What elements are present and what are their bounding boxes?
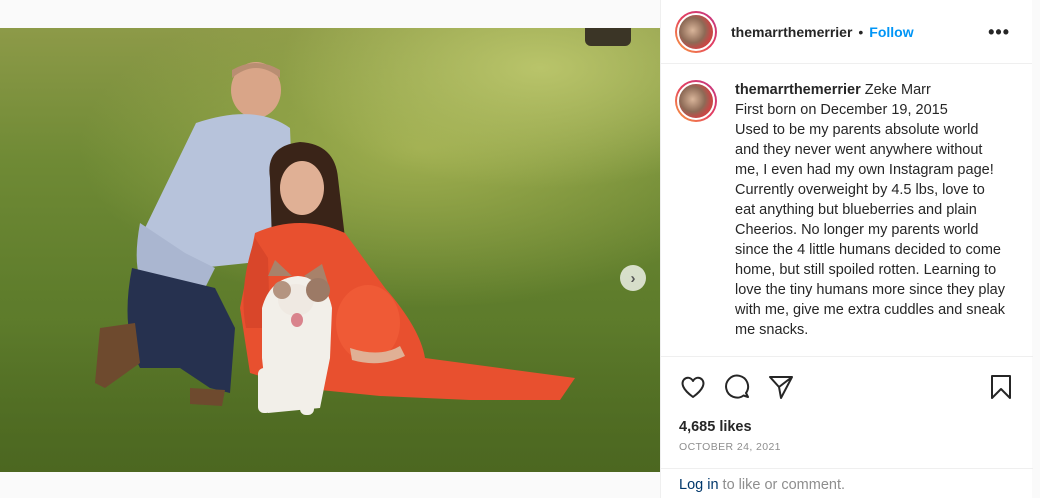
login-link[interactable]: Log in [679,477,719,493]
login-prompt-text: to like or comment. [718,477,846,493]
actions-area: 4,685 likes OCTOBER 24, 2021 [661,356,1033,453]
post-header: themarrthemerrier • Follow ••• [661,0,1032,64]
caption-avatar[interactable] [675,80,717,122]
post-date[interactable]: OCTOBER 24, 2021 [661,441,1033,453]
caption: themarrthemerrier Zeke Marr First born o… [675,80,1016,352]
comment-icon[interactable] [723,373,751,401]
post-photo[interactable]: › [0,28,660,472]
post-side-panel: themarrthemerrier • Follow ••• themarrth… [660,0,1033,498]
header-username[interactable]: themarrthemerrier [731,24,852,40]
avatar[interactable] [675,10,717,53]
heart-icon[interactable] [679,373,707,401]
likes-count[interactable]: 4,685 likes [661,419,1033,435]
login-prompt: Log in to like or comment. [661,468,1033,498]
more-options-icon[interactable]: ••• [988,22,1010,43]
caption-username[interactable]: themarrthemerrier [735,82,861,98]
share-icon[interactable] [767,373,795,401]
caption-body: Zeke Marr First born on December 19, 201… [735,82,1005,338]
caption-text: themarrthemerrier Zeke Marr First born o… [735,80,1005,352]
carousel-next-button[interactable]: › [620,265,646,291]
follow-button[interactable]: Follow [869,24,913,40]
bookmark-icon[interactable] [987,373,1015,401]
action-bar [661,357,1033,417]
photo-illustration [95,62,575,415]
header-bullet: • [858,23,864,40]
chevron-right-icon: › [630,269,636,287]
